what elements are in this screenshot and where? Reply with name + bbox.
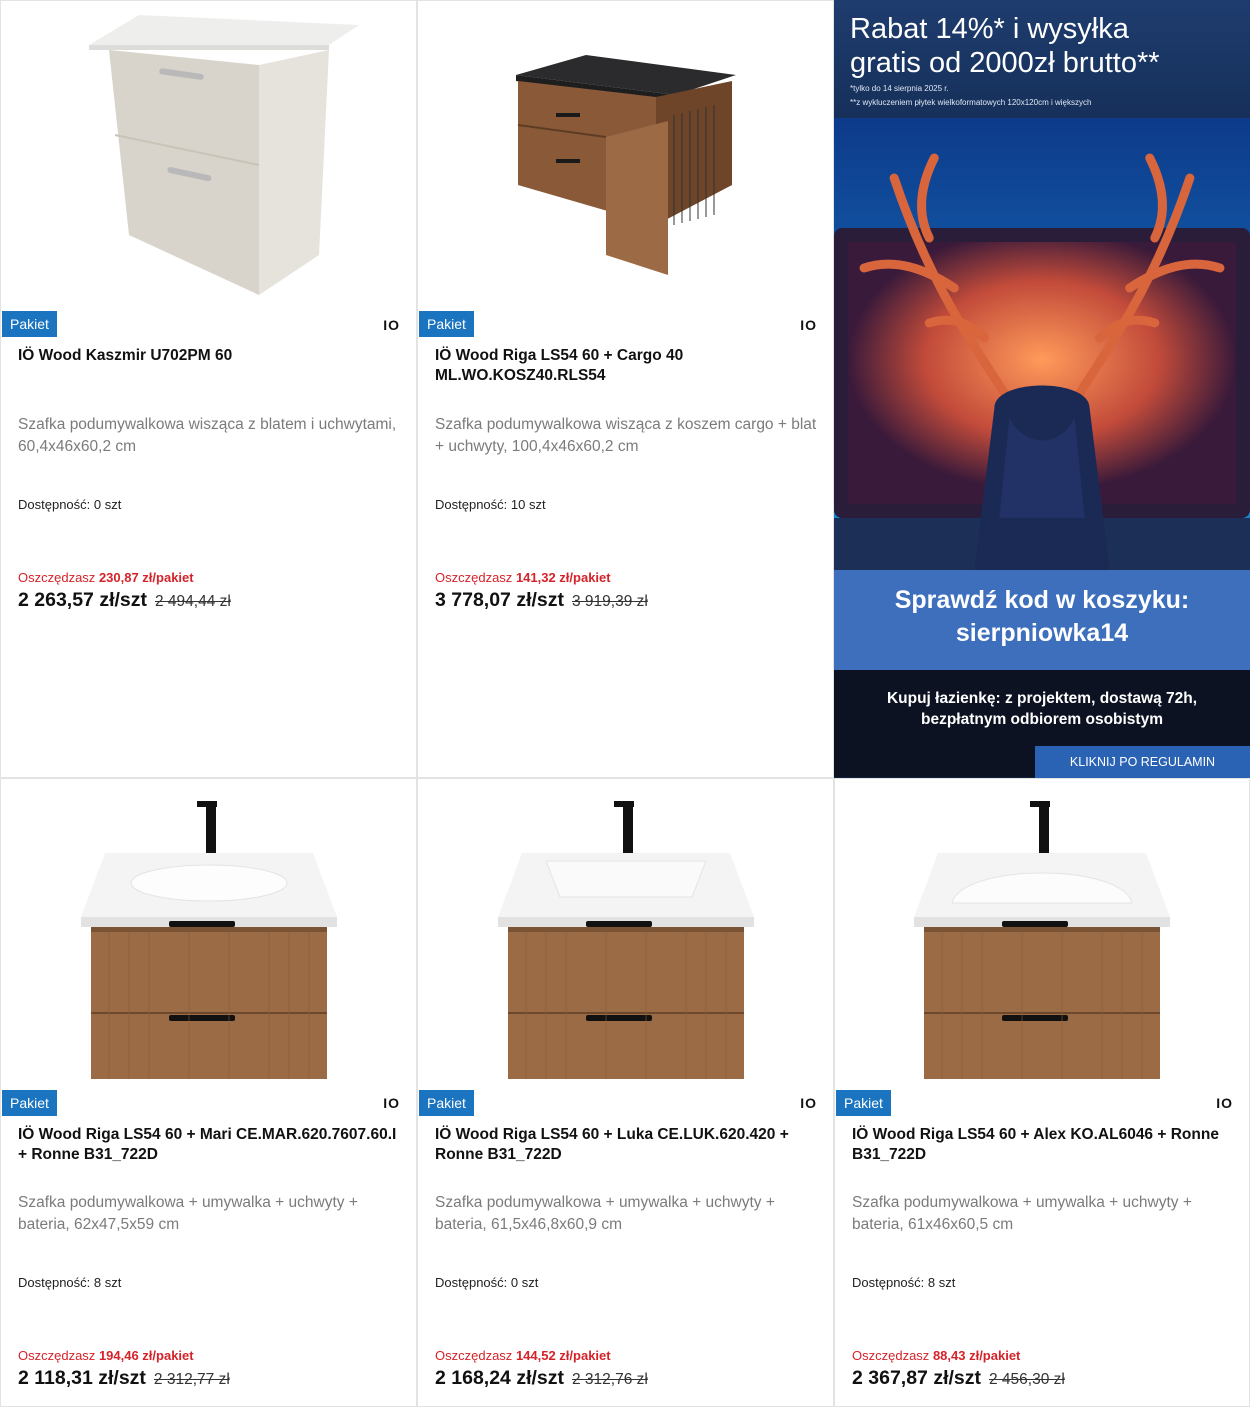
package-badge: Pakiet — [2, 1090, 57, 1116]
savings-label: Oszczędzasz — [435, 1348, 513, 1363]
cabinet-kaszmir-icon — [88, 15, 359, 295]
brand-logo: IO — [383, 1095, 400, 1111]
product-description: Szafka podumywalkowa wisząca z koszem ca… — [435, 416, 817, 455]
product-title[interactable]: IÖ Wood Riga LS54 60 + Cargo 40 ML.WO.KO… — [435, 346, 817, 386]
savings: Oszczędzasz 144,52 zł/pakiet — [435, 1348, 611, 1363]
availability: Dostępność: 0 szt — [18, 497, 121, 512]
old-price: 2 312,76 zł — [572, 1371, 648, 1388]
savings-value: 194,46 zł/pakiet — [98, 1348, 194, 1363]
package-badge: Pakiet — [419, 311, 474, 337]
savings: Oszczędzasz 141,32 zł/pakiet — [435, 570, 611, 585]
cabinet-cargo-icon — [515, 55, 736, 275]
banner-tagline-1: Kupuj łazienkę: z projektem, dostawą 72h… — [886, 690, 1198, 707]
savings-value: 88,43 zł/pakiet — [932, 1348, 1021, 1363]
promo-code: sierpniowka14 — [955, 619, 1129, 647]
availability-label: Dostępność: — [435, 497, 508, 512]
savings: Oszczędzasz 230,87 zł/pakiet — [18, 570, 194, 585]
brand-logo: IO — [800, 317, 817, 333]
banner-headline-2: gratis od 2000zł brutto** — [850, 47, 1160, 79]
product-image[interactable] — [1, 779, 416, 1087]
availability-label: Dostępność: — [18, 497, 91, 512]
savings-value: 230,87 zł/pakiet — [98, 570, 194, 585]
product-image[interactable] — [418, 1, 833, 309]
savings: Oszczędzasz 194,46 zł/pakiet — [18, 1348, 194, 1363]
product-title[interactable]: IÖ Wood Riga LS54 60 + Mari CE.MAR.620.7… — [18, 1125, 400, 1165]
package-badge: Pakiet — [2, 311, 57, 337]
availability-value: 8 szt — [93, 1275, 122, 1290]
price: 3 778,07 zł/szt 3 919,39 zł — [435, 589, 648, 612]
current-price: 3 778,07 zł/szt — [435, 589, 564, 611]
availability-label: Dostępność: — [18, 1275, 91, 1290]
product-description: Szafka podumywalkowa + umywalka + uchwyt… — [435, 1194, 775, 1233]
product-description: Szafka podumywalkowa wisząca z blatem i … — [18, 416, 397, 455]
product-card[interactable]: Pakiet IO IÖ Wood Riga LS54 60 + Cargo 4… — [417, 0, 834, 778]
old-price: 2 494,44 zł — [155, 593, 231, 610]
availability-value: 0 szt — [93, 497, 122, 512]
old-price: 3 919,39 zł — [572, 593, 648, 610]
brand-logo: IO — [383, 317, 400, 333]
availability-value: 8 szt — [927, 1275, 956, 1290]
banner-note-1: *tylko do 14 sierpnia 2025 r. — [850, 84, 949, 93]
savings-value: 144,52 zł/pakiet — [515, 1348, 611, 1363]
promo-code-box: Sprawdź kod w koszyku: sierpniowka14 — [834, 570, 1250, 670]
current-price: 2 367,87 zł/szt — [852, 1367, 981, 1389]
vanity-sink-icon — [80, 801, 337, 1079]
product-title[interactable]: IÖ Wood Riga LS54 60 + Luka CE.LUK.620.4… — [435, 1125, 817, 1165]
package-badge: Pakiet — [419, 1090, 474, 1116]
availability-label: Dostępność: — [435, 1275, 508, 1290]
product-card[interactable]: Pakiet IO IÖ Wood Kaszmir U702PM 60 Szaf… — [0, 0, 417, 778]
product-card[interactable]: Pakiet IO IÖ Wood Riga LS54 60 + Alex KO… — [834, 778, 1250, 1407]
banner-note-2: **z wykluczeniem płytek wielkoformatowyc… — [850, 98, 1092, 107]
package-badge: Pakiet — [836, 1090, 891, 1116]
old-price: 2 456,30 zł — [989, 1371, 1065, 1388]
product-title[interactable]: IÖ Wood Kaszmir U702PM 60 — [18, 346, 400, 366]
brand-logo: IO — [800, 1095, 817, 1111]
terms-button[interactable]: KLIKNIJ PO REGULAMIN — [1035, 746, 1250, 778]
current-price: 2 263,57 zł/szt — [18, 589, 147, 611]
savings-label: Oszczędzasz — [435, 570, 513, 585]
banner-header: Rabat 14%* i wysyłka gratis od 2000zł br… — [834, 0, 1250, 118]
price: 2 263,57 zł/szt 2 494,44 zł — [18, 589, 231, 612]
deer-monitor-icon — [834, 118, 1250, 570]
availability-value: 10 szt — [510, 497, 546, 512]
vanity-sink-icon — [497, 801, 754, 1079]
price: 2 168,24 zł/szt 2 312,76 zł — [435, 1367, 648, 1390]
availability-label: Dostępność: — [852, 1275, 925, 1290]
availability: Dostępność: 8 szt — [18, 1275, 121, 1290]
banner-tagline-2: bezpłatnym odbiorem osobistym — [920, 711, 1163, 728]
product-title[interactable]: IÖ Wood Riga LS54 60 + Alex KO.AL6046 + … — [852, 1125, 1233, 1165]
price: 2 118,31 zł/szt 2 312,77 zł — [18, 1367, 230, 1390]
current-price: 2 168,24 zł/szt — [435, 1367, 564, 1389]
promo-banner[interactable]: Rabat 14%* i wysyłka gratis od 2000zł br… — [834, 0, 1250, 778]
availability: Dostępność: 10 szt — [435, 497, 546, 512]
product-image[interactable] — [418, 779, 833, 1087]
availability-value: 0 szt — [510, 1275, 539, 1290]
vanity-sink-icon — [914, 801, 1170, 1079]
savings-label: Oszczędzasz — [18, 570, 96, 585]
promo-code-label: Sprawdź kod w koszyku: — [894, 586, 1190, 614]
product-grid: Pakiet IO IÖ Wood Kaszmir U702PM 60 Szaf… — [0, 0, 1250, 1407]
availability: Dostępność: 8 szt — [852, 1275, 955, 1290]
current-price: 2 118,31 zł/szt — [18, 1367, 146, 1389]
old-price: 2 312,77 zł — [153, 1371, 230, 1388]
savings-label: Oszczędzasz — [18, 1348, 96, 1363]
product-card[interactable]: Pakiet IO IÖ Wood Riga LS54 60 + Mari CE… — [0, 778, 417, 1407]
savings: Oszczędzasz 88,43 zł/pakiet — [852, 1348, 1020, 1363]
product-card[interactable]: Pakiet IO IÖ Wood Riga LS54 60 + Luka CE… — [417, 778, 834, 1407]
product-image[interactable] — [1, 1, 416, 309]
banner-headline-1: Rabat 14%* i wysyłka — [850, 13, 1129, 45]
savings-value: 141,32 zł/pakiet — [515, 570, 611, 585]
savings-label: Oszczędzasz — [852, 1348, 930, 1363]
brand-logo: IO — [1216, 1095, 1233, 1111]
price: 2 367,87 zł/szt 2 456,30 zł — [852, 1367, 1065, 1390]
product-image[interactable] — [835, 779, 1249, 1087]
product-description: Szafka podumywalkowa + umywalka + uchwyt… — [852, 1194, 1192, 1233]
availability: Dostępność: 0 szt — [435, 1275, 538, 1290]
product-description: Szafka podumywalkowa + umywalka + uchwyt… — [18, 1194, 358, 1233]
